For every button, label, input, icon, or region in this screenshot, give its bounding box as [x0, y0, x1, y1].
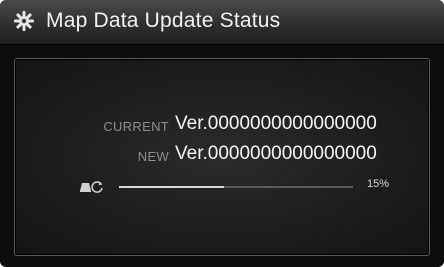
status-panel: CURRENT Ver.0000000000000000 NEW Ver.000… [14, 58, 430, 256]
map-data-update-screen: Map Data Update Status CURRENT Ver.00000… [0, 0, 444, 267]
current-label: CURRENT [103, 119, 169, 134]
new-version-value: Ver.0000000000000000 [175, 143, 377, 164]
update-icon [80, 181, 103, 193]
progress-fill [119, 186, 225, 188]
progress-bar [119, 186, 353, 188]
new-label: NEW [137, 149, 169, 164]
current-version-value: Ver.0000000000000000 [175, 113, 377, 134]
page-title: Map Data Update Status [46, 9, 281, 32]
progress-percent: 15% [367, 178, 390, 190]
gear-icon [14, 11, 34, 31]
title-bar: Map Data Update Status [0, 0, 444, 45]
